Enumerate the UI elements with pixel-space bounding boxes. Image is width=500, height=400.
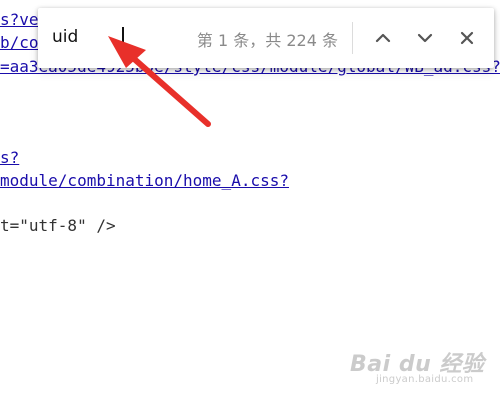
find-input[interactable] [52,22,172,52]
next-match-button[interactable] [410,22,440,54]
close-find-button[interactable] [452,22,482,54]
watermark-url: jingyan.baidu.com [376,374,474,385]
find-bar: 第 1 条，共 224 条 [38,8,494,68]
chevron-up-icon [375,33,391,43]
source-link-line[interactable]: module/combination/home_A.css? [0,171,289,191]
baidu-jingyan-watermark: Bai du 经验 jingyan.baidu.com [350,346,490,390]
match-count: 第 1 条，共 224 条 [196,31,338,50]
close-icon [460,31,474,45]
source-link-line[interactable]: s? [0,148,19,168]
find-bar-divider [352,22,353,54]
source-link-line[interactable]: b/co [0,33,39,53]
source-text-line: t="utf-8" /> [0,216,116,235]
source-link-line[interactable]: s?ve [0,10,39,30]
previous-match-button[interactable] [368,22,398,54]
chevron-down-icon [417,33,433,43]
text-cursor [122,27,124,49]
